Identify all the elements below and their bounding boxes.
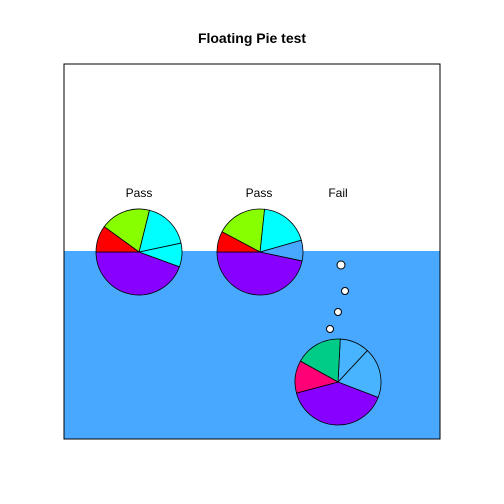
floating-pie-chart: Floating Pie test Pass Pass Fail: [63, 30, 441, 440]
pie-label-3: Fail: [328, 186, 347, 200]
chart-title: Floating Pie test: [198, 30, 306, 46]
bubble-1: [336, 260, 346, 270]
pie-label-2: Pass: [246, 186, 273, 200]
bubble-4: [326, 325, 334, 333]
pie-label-1: Pass: [126, 186, 153, 200]
bubble-2: [341, 287, 349, 295]
pie-labels: Pass Pass Fail: [126, 186, 348, 200]
bubble-3: [334, 308, 342, 316]
